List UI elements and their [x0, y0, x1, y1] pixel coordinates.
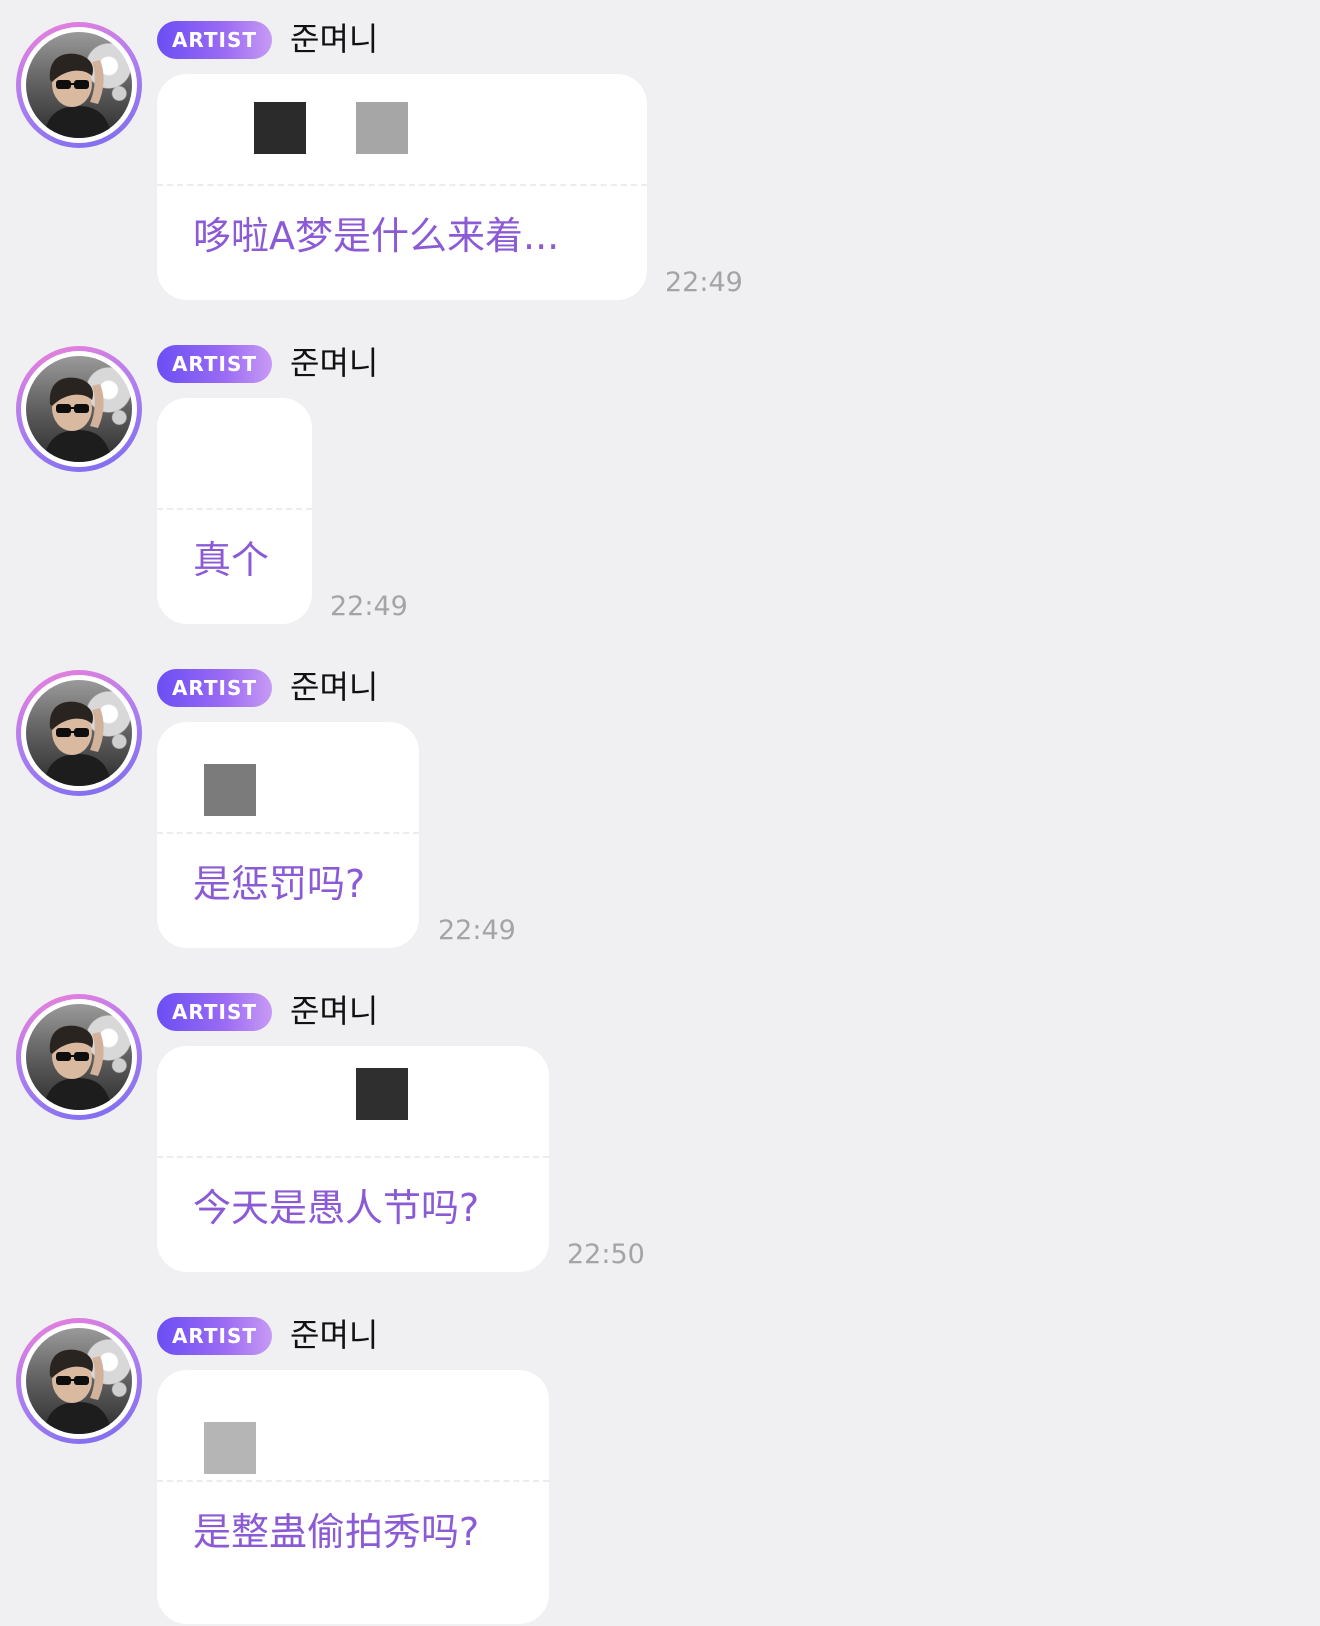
chat-message: ARTIST 준며니 真个 22:49 — [0, 324, 1320, 654]
sender-name: 준며니 — [290, 1316, 379, 1354]
timestamp: 22:49 — [330, 591, 408, 622]
redacted-original-message — [157, 74, 647, 184]
timestamp: 22:50 — [567, 1239, 645, 1270]
message-text: 真个 — [193, 538, 270, 582]
avatar-photo — [26, 1328, 132, 1434]
avatar-photo — [26, 680, 132, 786]
avatar-ring — [21, 351, 137, 467]
message-text: 是整蛊偷拍秀吗? — [193, 1510, 480, 1554]
redaction-block — [254, 102, 306, 154]
avatar[interactable] — [16, 670, 142, 796]
artist-badge: ARTIST — [157, 993, 272, 1031]
avatar-photo — [26, 1004, 132, 1110]
avatar[interactable] — [16, 994, 142, 1120]
avatar[interactable] — [16, 346, 142, 472]
divider — [157, 508, 312, 510]
timestamp: 22:49 — [665, 267, 743, 298]
profile-photo-icon — [44, 377, 112, 462]
avatar-ring — [21, 999, 137, 1115]
redacted-original-message — [157, 1046, 549, 1156]
redaction-block — [356, 1068, 408, 1120]
redacted-original-message — [157, 722, 419, 832]
divider — [157, 832, 419, 834]
divider — [157, 1480, 549, 1482]
redacted-original-message — [157, 398, 312, 508]
chat-message: ARTIST 준며니 是整蛊偷拍秀吗? — [0, 1296, 1320, 1626]
chat-message: ARTIST 준며니 是惩罚吗? 22:49 — [0, 648, 1320, 978]
chat-message: ARTIST 준며니 今天是愚人节吗? 22:50 — [0, 972, 1320, 1302]
artist-badge: ARTIST — [157, 345, 272, 383]
avatar-ring — [21, 27, 137, 143]
avatar-photo — [26, 356, 132, 462]
sender-name: 준며니 — [290, 344, 379, 382]
artist-badge: ARTIST — [157, 669, 272, 707]
profile-photo-icon — [44, 53, 112, 138]
avatar[interactable] — [16, 1318, 142, 1444]
avatar-ring — [21, 1323, 137, 1439]
sender-name: 준며니 — [290, 992, 379, 1030]
profile-photo-icon — [44, 701, 112, 786]
avatar-photo — [26, 32, 132, 138]
artist-badge: ARTIST — [157, 1317, 272, 1355]
profile-photo-icon — [44, 1025, 112, 1110]
chat-message: ARTIST 준며니 哆啦A梦是什么来着... 22:49 — [0, 0, 1320, 330]
redacted-original-message — [157, 1370, 549, 1480]
message-bubble[interactable]: 真个 — [157, 398, 312, 624]
message-bubble[interactable]: 今天是愚人节吗? — [157, 1046, 549, 1272]
redaction-block — [204, 764, 256, 816]
profile-photo-icon — [44, 1349, 112, 1434]
divider — [157, 184, 647, 186]
message-text: 今天是愚人节吗? — [193, 1186, 480, 1230]
message-text: 哆啦A梦是什么来着... — [193, 214, 560, 258]
message-bubble[interactable]: 哆啦A梦是什么来着... — [157, 74, 647, 300]
artist-badge: ARTIST — [157, 21, 272, 59]
message-bubble[interactable]: 是整蛊偷拍秀吗? — [157, 1370, 549, 1624]
sender-name: 준며니 — [290, 20, 379, 58]
message-bubble[interactable]: 是惩罚吗? — [157, 722, 419, 948]
message-text: 是惩罚吗? — [193, 862, 366, 906]
divider — [157, 1156, 549, 1158]
redaction-block — [204, 1422, 256, 1474]
avatar-ring — [21, 675, 137, 791]
redaction-block — [356, 102, 408, 154]
avatar[interactable] — [16, 22, 142, 148]
timestamp: 22:49 — [438, 915, 516, 946]
sender-name: 준며니 — [290, 668, 379, 706]
